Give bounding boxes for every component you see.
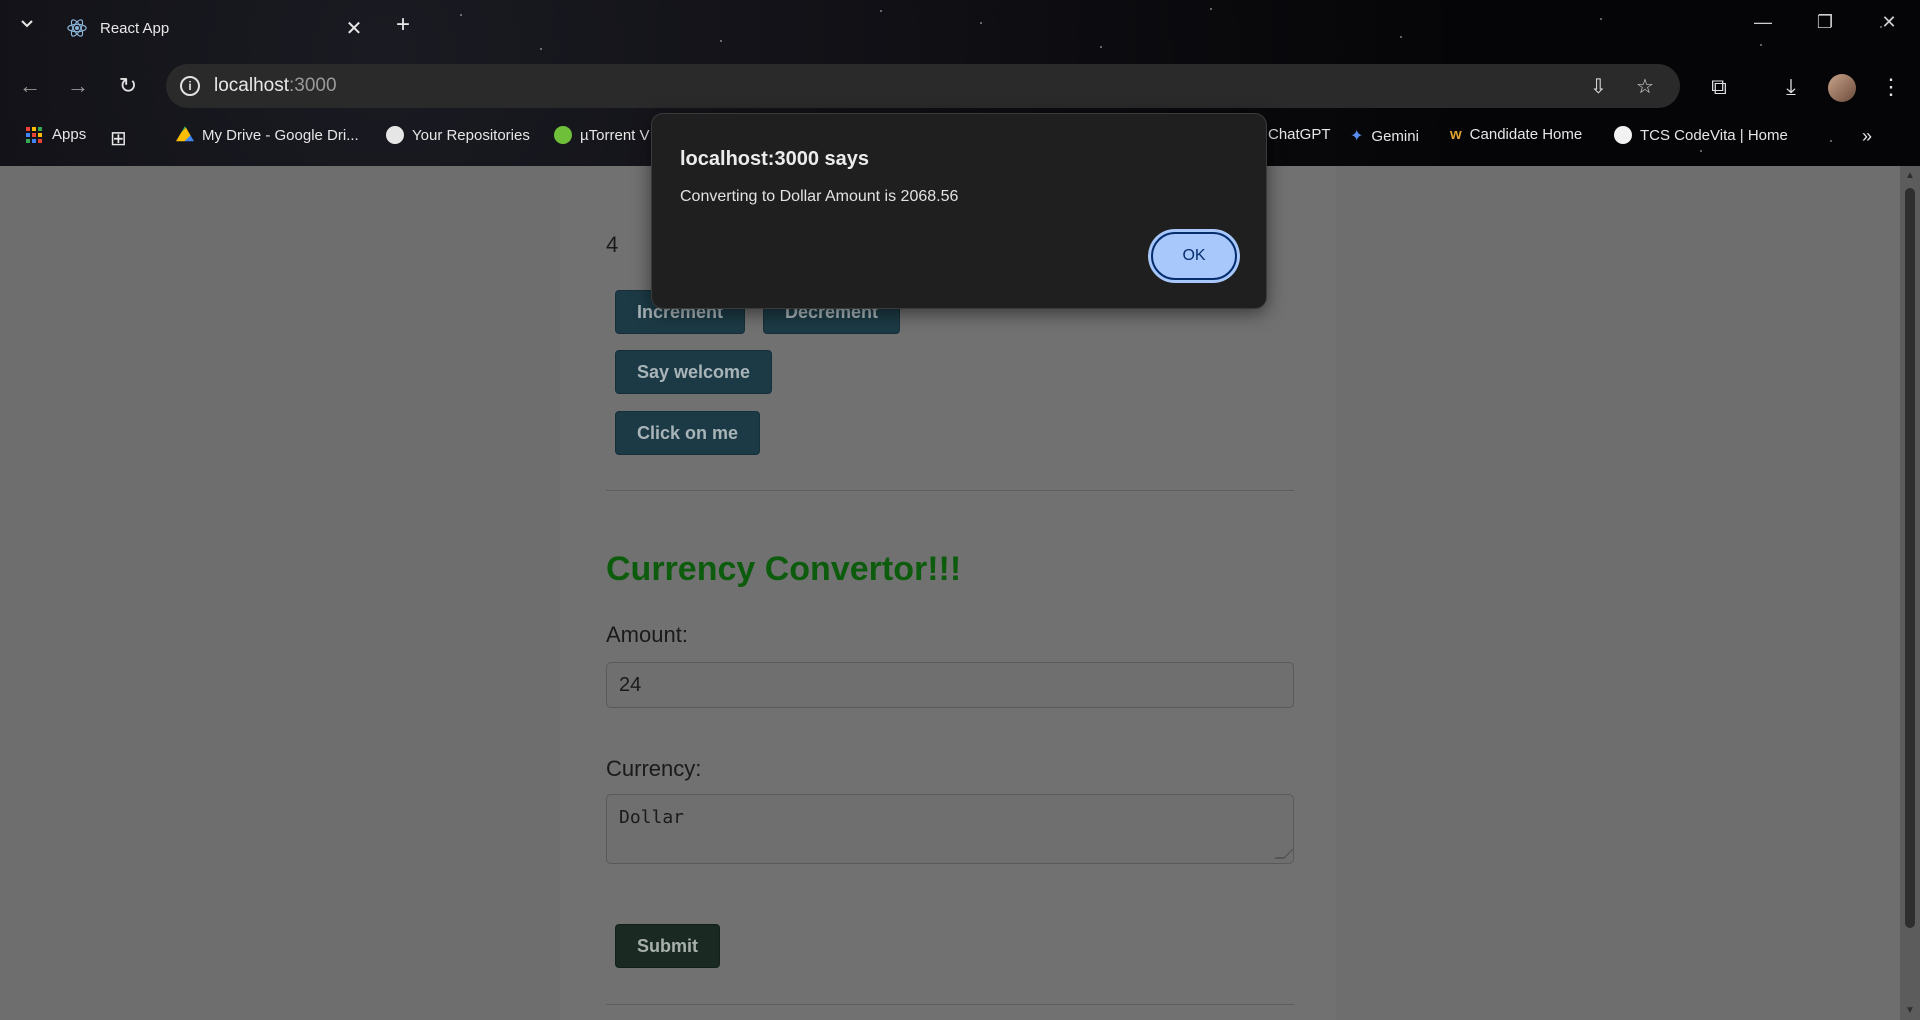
- bookmark-apps[interactable]: Apps: [26, 126, 86, 143]
- bookmark-label: Apps: [52, 126, 87, 143]
- scroll-up-icon[interactable]: ▲: [1904, 170, 1916, 181]
- converter-title: Currency Convertor!!!: [606, 550, 962, 588]
- react-logo-icon: [67, 19, 87, 37]
- alert-dialog: localhost:3000 says Converting to Dollar…: [651, 113, 1267, 309]
- bookmark-label: Your Repositories: [412, 126, 530, 144]
- bookmark-chatgpt[interactable]: ChatGPT: [1268, 126, 1331, 143]
- url-host: localhost: [214, 75, 289, 96]
- section-divider: [606, 490, 1294, 491]
- close-tab-icon[interactable]: ✕: [342, 16, 366, 41]
- bookmark-star-icon[interactable]: ☆: [1636, 74, 1654, 99]
- minimize-icon[interactable]: —: [1748, 12, 1778, 33]
- bookmark-utorrent[interactable]: µTorrent V: [554, 126, 650, 144]
- scroll-down-icon[interactable]: ▼: [1904, 1005, 1916, 1016]
- utorrent-icon: [554, 126, 572, 144]
- section-divider-bottom: [606, 1004, 1294, 1005]
- close-window-icon[interactable]: ✕: [1874, 12, 1904, 33]
- submit-button[interactable]: Submit: [615, 924, 720, 968]
- dialog-title: localhost:3000 says: [680, 148, 869, 170]
- bookmark-github[interactable]: Your Repositories: [386, 126, 530, 144]
- amount-label: Amount:: [606, 622, 688, 647]
- profile-avatar[interactable]: [1828, 74, 1856, 102]
- dialog-ok-button[interactable]: OK: [1151, 232, 1237, 280]
- dialog-message: Converting to Dollar Amount is 2068.56: [680, 188, 959, 205]
- restore-icon[interactable]: ❐: [1810, 12, 1840, 33]
- bookmark-google-drive[interactable]: My Drive - Google Dri...: [176, 126, 359, 144]
- tab-react-app[interactable]: React App ✕: [60, 8, 366, 48]
- bookmark-label: µTorrent V: [580, 126, 650, 144]
- apps-grid-icon: [26, 126, 42, 143]
- url-port: :3000: [289, 75, 337, 96]
- tab-title: React App: [100, 19, 170, 37]
- browser-toolbar: ← → ↻ i localhost:3000 ⇩ ☆ ⧉ ⤓ ⋮: [0, 60, 1920, 110]
- resize-grip-icon[interactable]: [1274, 849, 1294, 859]
- currency-textarea[interactable]: Dollar: [606, 794, 1294, 864]
- bookmark-gemini[interactable]: ✦ Gemini: [1350, 126, 1419, 146]
- amount-input[interactable]: 24: [606, 662, 1294, 708]
- menu-kebab-icon[interactable]: ⋮: [1876, 74, 1906, 100]
- downloads-icon[interactable]: ⤓: [1776, 74, 1806, 100]
- google-drive-icon: [176, 126, 194, 142]
- bookmark-label: TCS CodeVita | Home: [1640, 126, 1788, 144]
- reload-icon[interactable]: ↻: [114, 72, 142, 100]
- bookmark-label: My Drive - Google Dri...: [202, 126, 359, 144]
- currency-value: Dollar: [619, 807, 685, 828]
- install-app-icon[interactable]: ⇩: [1590, 74, 1607, 99]
- tcs-icon: [1614, 126, 1632, 144]
- tab-search-icon[interactable]: [16, 14, 38, 36]
- counter-value: 4: [606, 232, 619, 257]
- bookmark-tcs-codevita[interactable]: TCS CodeVita | Home: [1614, 126, 1788, 144]
- say-welcome-button[interactable]: Say welcome: [615, 350, 773, 394]
- gemini-sparkle-icon: ✦: [1350, 128, 1364, 145]
- click-on-me-button[interactable]: Click on me: [615, 411, 761, 455]
- bookmark-label: Gemini: [1371, 127, 1419, 145]
- bookmark-label: ChatGPT: [1268, 126, 1331, 143]
- scroll-thumb[interactable]: [1905, 188, 1915, 928]
- bookmark-tab-groups[interactable]: ⊞: [110, 126, 127, 151]
- tab-strip: React App ✕ + — ❐ ✕: [0, 0, 1920, 56]
- forward-icon[interactable]: →: [64, 72, 92, 100]
- new-tab-icon[interactable]: +: [390, 12, 416, 38]
- site-info-icon[interactable]: i: [180, 76, 200, 96]
- github-icon: [386, 126, 404, 144]
- back-icon[interactable]: ←: [16, 72, 44, 100]
- extensions-icon[interactable]: ⧉: [1704, 74, 1734, 100]
- url-text: localhost:3000: [214, 75, 337, 97]
- more-bookmarks-icon[interactable]: »: [1862, 126, 1872, 147]
- page-scrollbar[interactable]: ▲ ▼: [1900, 166, 1920, 1020]
- address-bar[interactable]: i localhost:3000 ⇩ ☆: [166, 64, 1680, 108]
- tab-groups-icon: ⊞: [110, 128, 127, 150]
- workday-icon: w: [1450, 126, 1462, 143]
- bookmark-label: Candidate Home: [1469, 126, 1583, 143]
- bookmark-candidate-home[interactable]: w Candidate Home: [1450, 126, 1582, 143]
- currency-label: Currency:: [606, 756, 702, 781]
